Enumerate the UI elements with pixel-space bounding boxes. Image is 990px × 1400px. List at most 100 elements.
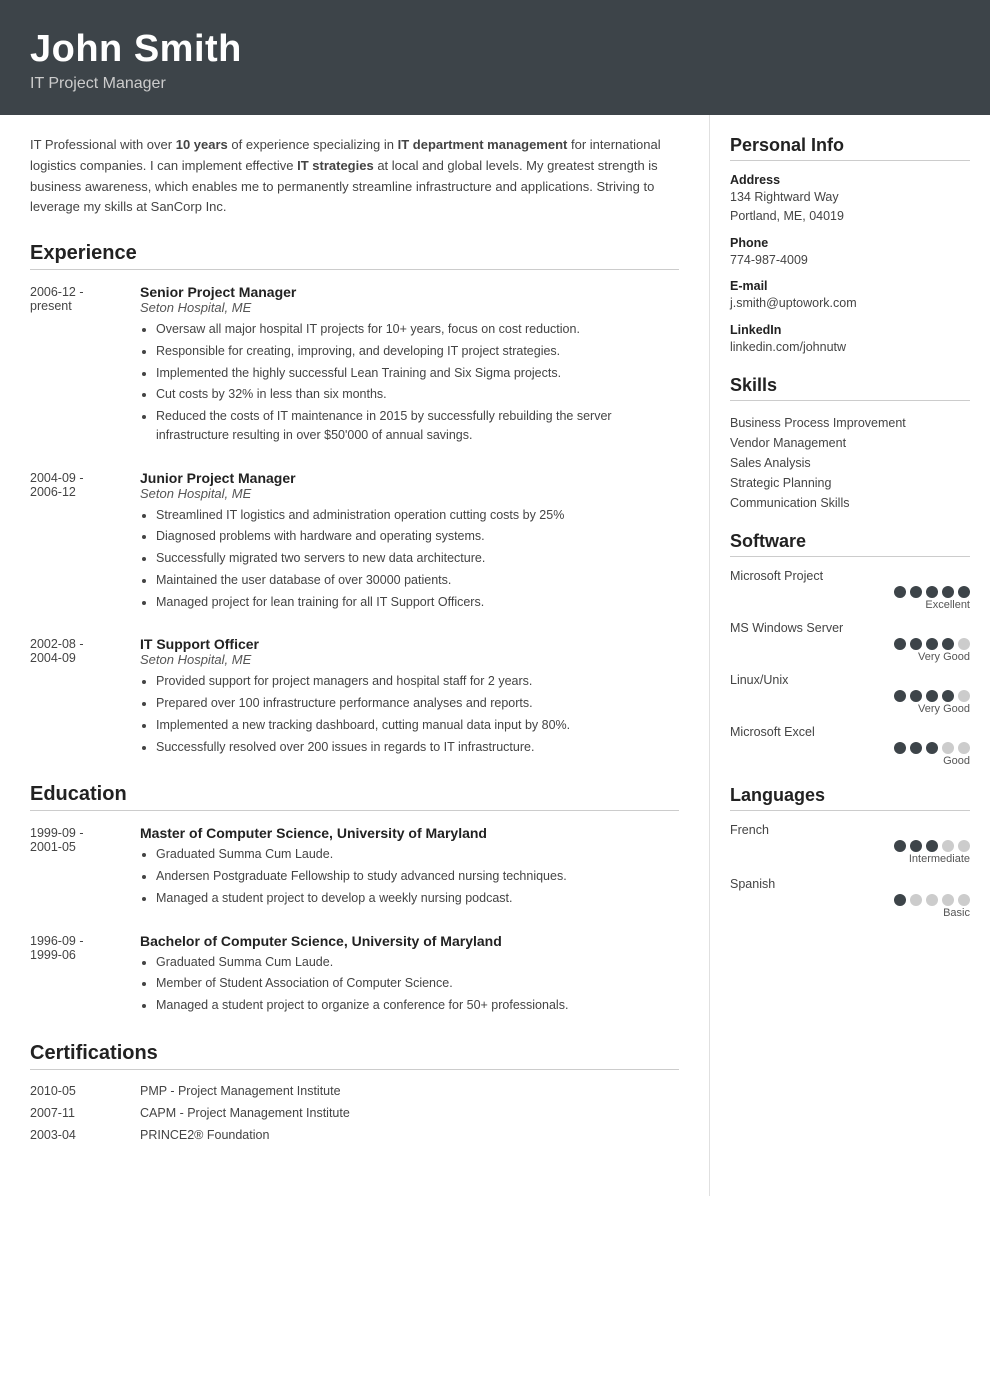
cert-entry: 2007-11 CAPM - Project Management Instit… — [30, 1106, 679, 1120]
language-name: Spanish — [730, 877, 970, 891]
dot — [910, 586, 922, 598]
dot — [958, 690, 970, 702]
dot-label: Excellent — [730, 599, 970, 611]
dot — [894, 742, 906, 754]
skill-item: Communication Skills — [730, 493, 970, 513]
bullet-item: Diagnosed problems with hardware and ope… — [156, 527, 679, 546]
experience-entry: 2004-09 -2006-12 Junior Project Manager … — [30, 470, 679, 615]
dot — [958, 894, 970, 906]
exp-content: Senior Project Manager Seton Hospital, M… — [140, 284, 679, 448]
software-title: Software — [730, 531, 970, 557]
dot-label: Basic — [730, 907, 970, 919]
dot — [910, 840, 922, 852]
dot-label: Very Good — [730, 703, 970, 715]
bullet-item: Implemented the highly successful Lean T… — [156, 364, 679, 383]
experience-section: Experience 2006-12 -present Senior Proje… — [30, 242, 679, 759]
bullet-item: Member of Student Association of Compute… — [156, 974, 679, 993]
dot — [926, 742, 938, 754]
software-list: Microsoft Project Excellent MS Windows S… — [730, 569, 970, 767]
exp-content: Junior Project Manager Seton Hospital, M… — [140, 470, 679, 615]
company: Seton Hospital, ME — [140, 486, 679, 501]
software-name: Microsoft Project — [730, 569, 970, 583]
language-entry: French Intermediate — [730, 823, 970, 865]
certifications-list: 2010-05 PMP - Project Management Institu… — [30, 1084, 679, 1142]
experience-entry: 2006-12 -present Senior Project Manager … — [30, 284, 679, 448]
dots-row — [730, 690, 970, 702]
edu-dates: 1999-09 -2001-05 — [30, 825, 140, 910]
exp-content: IT Support Officer Seton Hospital, ME Pr… — [140, 636, 679, 759]
cert-date: 2010-05 — [30, 1084, 140, 1098]
languages-list: French Intermediate Spanish Basic — [730, 823, 970, 919]
bullet-item: Provided support for project managers an… — [156, 672, 679, 691]
dot-label: Very Good — [730, 651, 970, 663]
bullet-list: Provided support for project managers an… — [140, 672, 679, 756]
dot — [958, 840, 970, 852]
dot-label: Intermediate — [730, 853, 970, 865]
bullet-item: Oversaw all major hospital IT projects f… — [156, 320, 679, 339]
dot — [926, 840, 938, 852]
bullet-item: Reduced the costs of IT maintenance in 2… — [156, 407, 679, 445]
linkedin-label: LinkedIn — [730, 323, 970, 337]
edu-dates: 1996-09 -1999-06 — [30, 933, 140, 1018]
dot — [926, 894, 938, 906]
education-entry: 1999-09 -2001-05 Master of Computer Scie… — [30, 825, 679, 910]
company: Seton Hospital, ME — [140, 300, 679, 315]
cert-date: 2003-04 — [30, 1128, 140, 1142]
candidate-name: John Smith — [30, 28, 960, 71]
software-entry: Linux/Unix Very Good — [730, 673, 970, 715]
skills-list: Business Process ImprovementVendor Manag… — [730, 413, 970, 513]
dot — [894, 638, 906, 650]
education-section: Education 1999-09 -2001-05 Master of Com… — [30, 783, 679, 1018]
dot — [958, 742, 970, 754]
skill-item: Vendor Management — [730, 433, 970, 453]
cert-name: CAPM - Project Management Institute — [140, 1106, 350, 1120]
dot-label: Good — [730, 755, 970, 767]
main-layout: IT Professional with over 10 years of ex… — [0, 115, 990, 1196]
dot — [910, 690, 922, 702]
phone-value: 774-987-4009 — [730, 251, 970, 270]
right-column: Personal Info Address 134 Rightward WayP… — [710, 115, 990, 1196]
header: John Smith IT Project Manager — [0, 0, 990, 115]
edu-content: Master of Computer Science, University o… — [140, 825, 679, 910]
skill-item: Sales Analysis — [730, 453, 970, 473]
personal-info-section: Address 134 Rightward WayPortland, ME, 0… — [730, 173, 970, 357]
bullet-item: Andersen Postgraduate Fellowship to stud… — [156, 867, 679, 886]
bullet-item: Successfully resolved over 200 issues in… — [156, 738, 679, 757]
summary-section: IT Professional with over 10 years of ex… — [30, 135, 679, 218]
language-name: French — [730, 823, 970, 837]
dot — [926, 586, 938, 598]
dots-row — [730, 586, 970, 598]
bullet-item: Graduated Summa Cum Laude. — [156, 953, 679, 972]
experience-entry: 2002-08 -2004-09 IT Support Officer Seto… — [30, 636, 679, 759]
education-title: Education — [30, 783, 679, 811]
job-title: IT Support Officer — [140, 636, 679, 652]
edu-title: Master of Computer Science, University o… — [140, 825, 679, 841]
email-value: j.smith@uptowork.com — [730, 294, 970, 313]
edu-title: Bachelor of Computer Science, University… — [140, 933, 679, 949]
dot — [942, 742, 954, 754]
education-entry: 1996-09 -1999-06 Bachelor of Computer Sc… — [30, 933, 679, 1018]
languages-title: Languages — [730, 785, 970, 811]
software-entry: Microsoft Project Excellent — [730, 569, 970, 611]
bullet-item: Managed a student project to develop a w… — [156, 889, 679, 908]
dots-row — [730, 894, 970, 906]
dots-row — [730, 840, 970, 852]
address-label: Address — [730, 173, 970, 187]
phone-label: Phone — [730, 236, 970, 250]
bullet-list: Oversaw all major hospital IT projects f… — [140, 320, 679, 445]
dot — [894, 690, 906, 702]
dot — [910, 742, 922, 754]
bullet-item: Successfully migrated two servers to new… — [156, 549, 679, 568]
personal-info-title: Personal Info — [730, 135, 970, 161]
bullet-item: Responsible for creating, improving, and… — [156, 342, 679, 361]
language-entry: Spanish Basic — [730, 877, 970, 919]
skill-item: Strategic Planning — [730, 473, 970, 493]
summary-text: IT Professional with over 10 years of ex… — [30, 135, 679, 218]
dot — [894, 586, 906, 598]
cert-name: PRINCE2® Foundation — [140, 1128, 269, 1142]
software-name: Microsoft Excel — [730, 725, 970, 739]
bullet-item: Streamlined IT logistics and administrat… — [156, 506, 679, 525]
exp-dates: 2002-08 -2004-09 — [30, 636, 140, 759]
job-title: Junior Project Manager — [140, 470, 679, 486]
candidate-title: IT Project Manager — [30, 75, 960, 93]
